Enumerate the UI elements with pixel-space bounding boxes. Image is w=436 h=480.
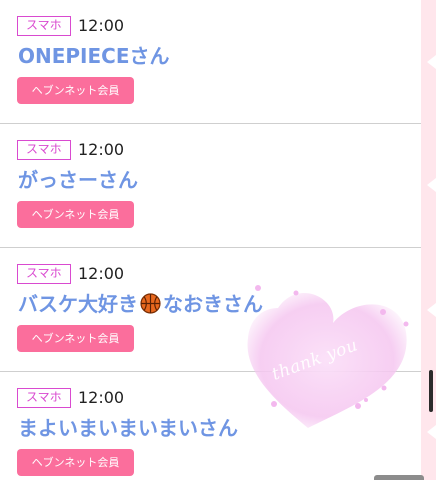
device-badge: スマホ: [17, 264, 71, 284]
visit-time: 12:00: [78, 16, 125, 35]
visitor-name-part: なおきさん: [163, 292, 263, 316]
list-item[interactable]: スマホ 12:00 がっさーさん ヘブンネット会員: [0, 124, 421, 248]
visit-time: 12:00: [78, 388, 125, 407]
member-button[interactable]: ヘブンネット会員: [17, 201, 134, 228]
device-badge: スマホ: [17, 388, 71, 408]
visitor-name-part: バスケ大好き: [18, 292, 138, 316]
visit-time: 12:00: [78, 140, 125, 159]
visitor-name[interactable]: バスケ大好き なおきさん: [18, 291, 263, 317]
member-button[interactable]: ヘブンネット会員: [17, 325, 134, 352]
rail-notch: [427, 303, 436, 317]
rail-notch: [427, 55, 436, 69]
member-button[interactable]: ヘブンネット会員: [17, 449, 134, 476]
visitor-name[interactable]: ONEPIECEさん: [18, 43, 170, 69]
rail-notch: [427, 425, 436, 439]
visit-time: 12:00: [78, 264, 125, 283]
footprint-list: スマホ 12:00 ONEPIECEさん ヘブンネット会員 スマホ 12:00 …: [0, 0, 421, 480]
list-item[interactable]: スマホ 12:00 まよいまいまいまいさん ヘブンネット会員: [0, 372, 421, 480]
bottom-handle[interactable]: [374, 475, 424, 480]
device-badge: スマホ: [17, 140, 71, 160]
visitor-name[interactable]: まよいまいまいまいさん: [18, 415, 238, 441]
list-item[interactable]: スマホ 12:00 バスケ大好き なおきさん ヘブンネット会員: [0, 248, 421, 372]
scrollbar-thumb[interactable]: [429, 370, 433, 412]
member-button[interactable]: ヘブンネット会員: [17, 77, 134, 104]
basketball-icon: [140, 293, 161, 314]
list-item[interactable]: スマホ 12:00 ONEPIECEさん ヘブンネット会員: [0, 0, 421, 124]
rail-notch: [427, 178, 436, 192]
visitor-name[interactable]: がっさーさん: [18, 167, 138, 193]
device-badge: スマホ: [17, 16, 71, 36]
